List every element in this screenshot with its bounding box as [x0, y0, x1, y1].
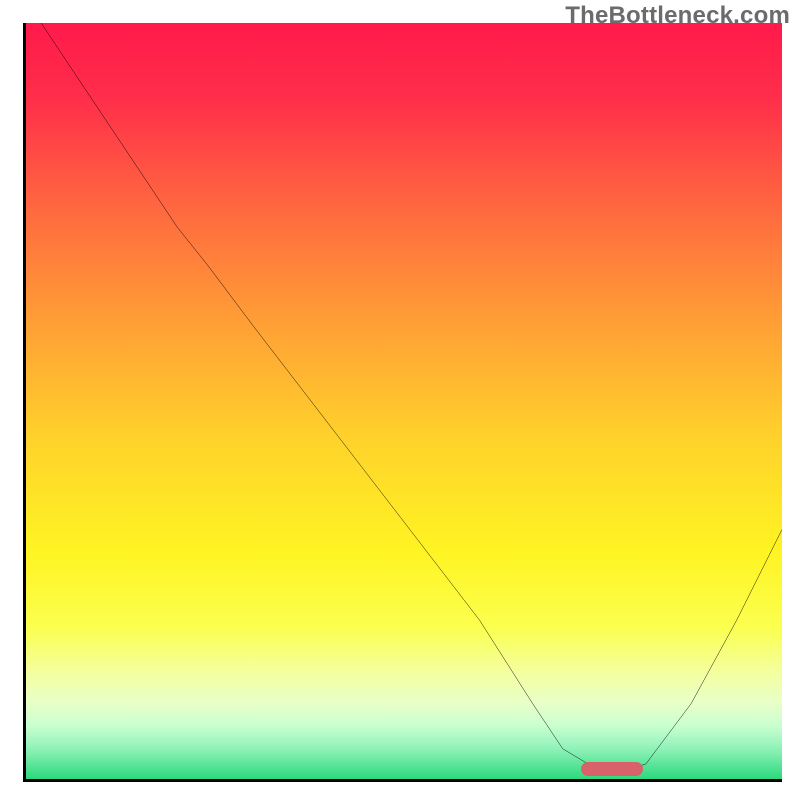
chart-canvas: TheBottleneck.com: [0, 0, 800, 800]
curve-line: [26, 23, 782, 779]
optimal-marker: [581, 762, 643, 776]
plot-area: [23, 23, 782, 782]
